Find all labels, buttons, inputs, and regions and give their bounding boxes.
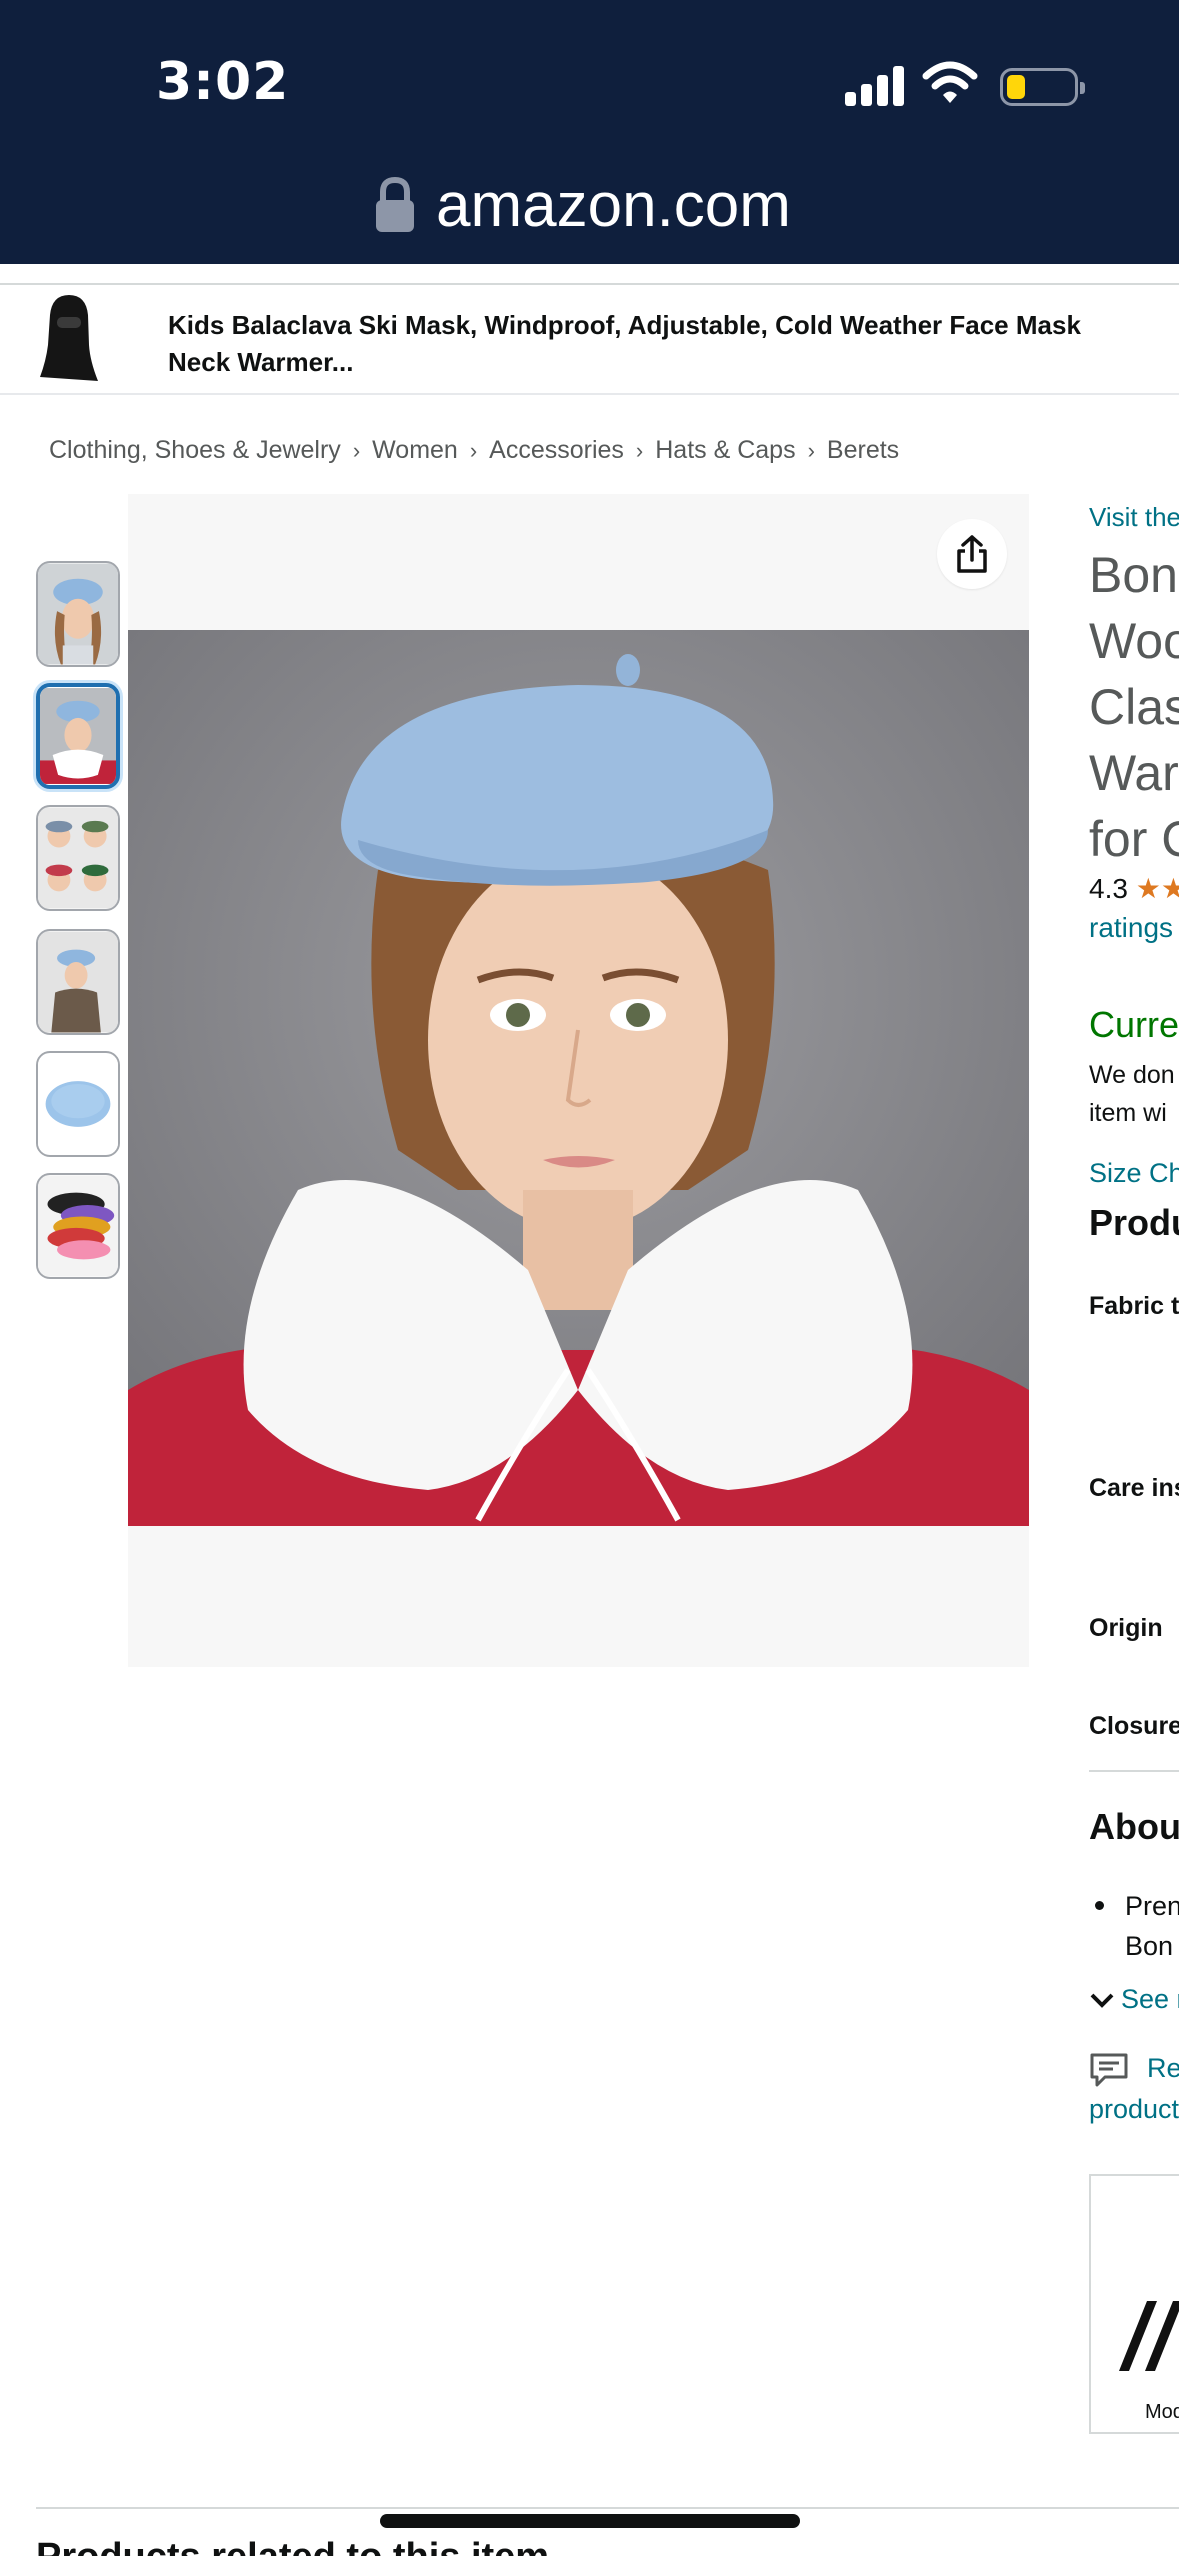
balaclava-thumbnail [40,295,98,381]
rating-summary[interactable]: 4.3 ★★★★ [1089,872,1179,905]
divider [1089,1770,1179,1772]
share-icon [957,535,987,573]
chevron-down-icon [1090,1993,1114,2008]
ad-caption: Mod [1145,2401,1179,2423]
share-button[interactable] [937,519,1007,589]
browser-header: 3:02 amazon.com [0,0,1179,264]
sticky-product-bar[interactable]: Kids Balaclava Ski Mask, Windproof, Adju… [0,283,1179,395]
star-icon: ★★★★ [1135,873,1179,904]
ratings-count-link[interactable]: ratings [1089,912,1173,944]
thumbnail-3[interactable] [36,805,120,911]
related-products-heading: Products related to this item [36,2536,549,2556]
thumbnail-4[interactable] [36,929,120,1035]
breadcrumb-item[interactable]: Berets [827,436,899,465]
status-time: 3:02 [156,52,290,112]
brand-logo [1119,2301,1179,2371]
thumbnail-5[interactable] [36,1051,120,1157]
divider [36,2507,1179,2509]
thumbnail-2-selected[interactable] [36,683,120,789]
spec-origin-label: Origin [1089,1614,1163,1642]
about-item-heading: Abou [1089,1806,1179,1847]
address-bar[interactable]: amazon.com [372,165,791,245]
size-chart-link[interactable]: Size Ch [1089,1158,1179,1189]
wifi-icon [922,61,978,103]
breadcrumb-item[interactable]: Women [372,436,458,465]
breadcrumb-item[interactable]: Hats & Caps [655,436,795,465]
thumbnail-6[interactable] [36,1173,120,1279]
product-title: Bon Woo Clas War for C [1089,547,1179,867]
chevron-right-icon: › [469,437,478,463]
rating-value: 4.3 [1089,873,1128,904]
spec-fabric-label: Fabric t [1089,1292,1179,1320]
sticky-product-title: Kids Balaclava Ski Mask, Windproof, Adju… [168,310,1081,377]
product-photo [128,630,1029,1526]
chevron-right-icon: › [352,437,361,463]
breadcrumb-item[interactable]: Accessories [489,436,624,465]
home-indicator[interactable] [380,2514,800,2528]
see-more-link[interactable]: See r [1089,1984,1179,2015]
feedback-icon [1090,2053,1128,2087]
product-details-heading: Produ [1089,1202,1179,1243]
availability-note: We don item wi [1089,1061,1175,1127]
cellular-signal-icon [845,64,905,106]
report-issue-link[interactable]: Re product [1089,2052,1179,2124]
spec-closure-label: Closure [1089,1712,1179,1740]
availability-status: Curre [1089,1004,1179,1045]
chevron-right-icon: › [635,437,644,463]
about-bullet: Pren Bon [1095,1886,1179,1966]
url-text: amazon.com [436,170,791,240]
battery-icon [1000,68,1085,106]
chevron-right-icon: › [807,437,815,463]
thumbnail-1[interactable] [36,561,120,667]
breadcrumb: Clothing, Shoes & Jewelry › Women › Acce… [49,436,899,465]
breadcrumb-item[interactable]: Clothing, Shoes & Jewelry [49,436,341,465]
lock-icon [376,176,414,232]
visit-store-link[interactable]: Visit the [1089,502,1179,533]
product-info-column: Visit the Bon Woo Clas War for C 4.3 ★★★… [1089,494,1179,2494]
main-product-image[interactable] [128,494,1029,1667]
sponsored-ad-card[interactable]: Mod [1089,2174,1179,2434]
spec-care-label: Care ins [1089,1474,1179,1502]
